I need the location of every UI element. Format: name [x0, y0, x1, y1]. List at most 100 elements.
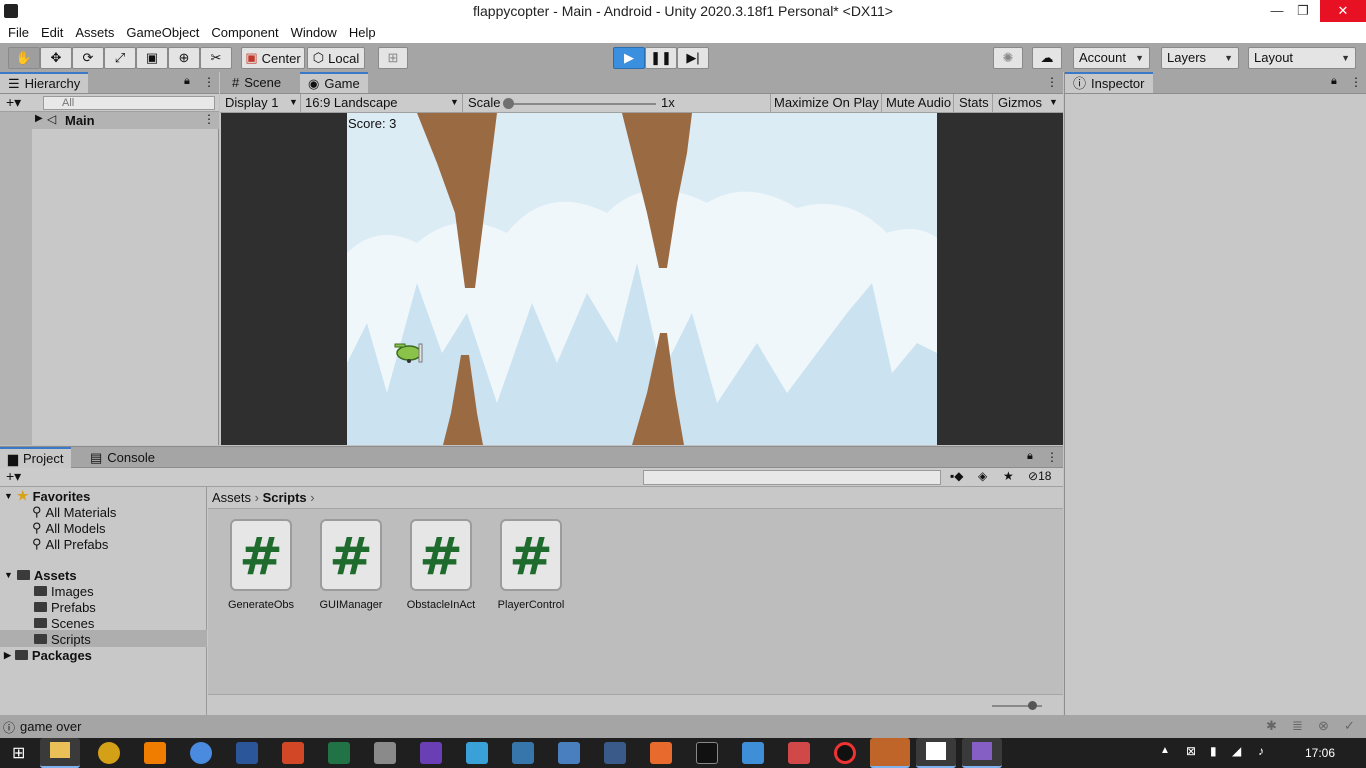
chevron-up-icon[interactable]: ▲: [1160, 745, 1170, 756]
file-explorer-icon[interactable]: [40, 738, 80, 768]
powerpoint-icon[interactable]: [282, 742, 304, 764]
menu-file[interactable]: File: [2, 25, 35, 40]
xampp-icon[interactable]: [650, 742, 672, 764]
word-icon[interactable]: [236, 742, 258, 764]
hierarchy-row-main[interactable]: ▶ ◁ Main ⋮: [0, 112, 219, 129]
icon-size-slider-thumb[interactable]: [1028, 701, 1037, 710]
custom-tool-button[interactable]: ✂: [200, 47, 232, 69]
menu-edit[interactable]: Edit: [35, 25, 69, 40]
transform-tool-button[interactable]: ⊕: [168, 47, 200, 69]
check-icon[interactable]: ✓: [1344, 718, 1355, 734]
display-dropdown[interactable]: Display 1 ▼: [225, 95, 298, 110]
cloud-button[interactable]: ☁: [1032, 47, 1062, 69]
pause-button[interactable]: ❚❚: [645, 47, 677, 69]
hidden-packages-toggle[interactable]: ⊘18: [1028, 469, 1051, 483]
chevron-down-icon[interactable]: ▼: [1049, 97, 1058, 107]
asset-script[interactable]: # GUIManager: [306, 519, 396, 611]
label-icon[interactable]: ◈: [978, 469, 987, 483]
menu-help[interactable]: Help: [343, 25, 382, 40]
network-status-icon[interactable]: ⊠: [1186, 744, 1196, 758]
paint-icon[interactable]: [374, 742, 396, 764]
visual-studio-icon[interactable]: [962, 738, 1002, 768]
play-button[interactable]: ▶: [613, 47, 645, 69]
tree-assets[interactable]: ▼ Assets: [4, 567, 77, 583]
step-button[interactable]: ▶|: [677, 47, 709, 69]
asset-script[interactable]: # ObstacleInAct: [396, 519, 486, 611]
tab-project[interactable]: ▆ Project: [0, 447, 72, 468]
terminal-icon[interactable]: [696, 742, 718, 764]
rect-tool-button[interactable]: ▣: [136, 47, 168, 69]
app-icon[interactable]: [788, 742, 810, 764]
maximize-on-play-toggle[interactable]: Maximize On Play: [774, 95, 879, 110]
app-icon[interactable]: [98, 742, 120, 764]
snap-button[interactable]: ⊞: [378, 47, 408, 69]
tab-inspector[interactable]: ⓘ Inspector: [1065, 72, 1153, 93]
scale-slider[interactable]: [503, 98, 656, 109]
app-icon[interactable]: [420, 742, 442, 764]
chrome-icon[interactable]: [190, 742, 212, 764]
collab-button[interactable]: ✺: [993, 47, 1023, 69]
close-button[interactable]: ✕: [1320, 0, 1366, 22]
stats-toggle[interactable]: Stats: [959, 95, 989, 110]
hand-tool-button[interactable]: ✋: [8, 47, 40, 69]
status-message[interactable]: game over: [20, 719, 81, 734]
project-search-input[interactable]: [643, 470, 941, 485]
rotate-tool-button[interactable]: ⟳: [72, 47, 104, 69]
aspect-dropdown[interactable]: 16:9 Landscape ▼: [305, 95, 459, 110]
app-icon[interactable]: [604, 742, 626, 764]
gizmos-toggle[interactable]: Gizmos: [998, 95, 1042, 110]
tab-console[interactable]: ▤ Console: [82, 447, 163, 468]
pdf-icon[interactable]: [870, 738, 910, 768]
asset-script[interactable]: # PlayerControl: [486, 519, 576, 611]
windows-start-icon[interactable]: ⊞: [12, 743, 25, 763]
more-menu-icon[interactable]: ⋮: [1350, 75, 1362, 89]
unity-taskbar-icon[interactable]: [916, 738, 956, 768]
more-menu-icon[interactable]: ⋮: [1046, 450, 1058, 464]
app-icon[interactable]: [742, 742, 764, 764]
icon-size-slider[interactable]: [992, 701, 1042, 710]
more-menu-icon[interactable]: ⋮: [1046, 75, 1058, 89]
tree-favorite-item[interactable]: ⚲ All Materials: [32, 504, 116, 520]
more-menu-icon[interactable]: ⋮: [203, 75, 215, 89]
layers-dropdown[interactable]: Layers ▼: [1161, 47, 1239, 69]
asset-script[interactable]: # GenerateObs: [216, 519, 306, 611]
star-icon[interactable]: ★: [1003, 469, 1014, 483]
lock-icon[interactable]: 🔒︎: [1331, 75, 1337, 88]
tree-packages[interactable]: ▶ Packages: [4, 647, 92, 663]
clock[interactable]: 17:06: [1305, 746, 1335, 760]
search-by-type-icon[interactable]: ▪◆: [950, 469, 963, 483]
lock-icon[interactable]: 🔒︎: [184, 75, 190, 88]
database-icon[interactable]: ≣: [1292, 718, 1303, 734]
menu-component[interactable]: Component: [205, 25, 284, 40]
bug-icon[interactable]: ✱: [1266, 718, 1277, 734]
layout-dropdown[interactable]: Layout ▼: [1248, 47, 1356, 69]
app-icon[interactable]: [558, 742, 580, 764]
app-icon[interactable]: [466, 742, 488, 764]
tree-folder-prefabs[interactable]: Prefabs: [34, 599, 96, 615]
excel-icon[interactable]: [328, 742, 350, 764]
tree-folder-scenes[interactable]: Scenes: [34, 615, 94, 631]
vlc-icon[interactable]: [144, 742, 166, 764]
tree-favorite-item[interactable]: ⚲ All Models: [32, 520, 106, 536]
account-dropdown[interactable]: Account ▼: [1073, 47, 1150, 69]
breadcrumb-item[interactable]: Assets: [212, 490, 251, 505]
scale-tool-button[interactable]: ⤢: [104, 47, 136, 69]
add-button[interactable]: +▾: [6, 94, 21, 111]
create-button[interactable]: +▾: [6, 468, 21, 485]
menu-gameobject[interactable]: GameObject: [120, 25, 205, 40]
mute-audio-toggle[interactable]: Mute Audio: [886, 95, 951, 110]
battery-icon[interactable]: ▮: [1210, 744, 1217, 758]
pivot-toggle[interactable]: ▣ Center: [241, 47, 305, 69]
game-viewport[interactable]: Score: 3: [221, 113, 1063, 445]
more-menu-icon[interactable]: ⋮: [203, 112, 215, 126]
tab-hierarchy[interactable]: ☰ Hierarchy: [0, 72, 89, 93]
move-tool-button[interactable]: ✥: [40, 47, 72, 69]
expand-arrow-icon[interactable]: ▶: [35, 113, 43, 124]
tree-folder-images[interactable]: Images: [34, 583, 94, 599]
record-icon[interactable]: [834, 742, 856, 764]
volume-icon[interactable]: ♪: [1258, 744, 1264, 758]
tab-scene[interactable]: # Scene: [224, 72, 289, 93]
network-icon[interactable]: ⊗: [1318, 718, 1329, 734]
scale-slider-thumb[interactable]: [503, 98, 514, 109]
menu-assets[interactable]: Assets: [69, 25, 120, 40]
